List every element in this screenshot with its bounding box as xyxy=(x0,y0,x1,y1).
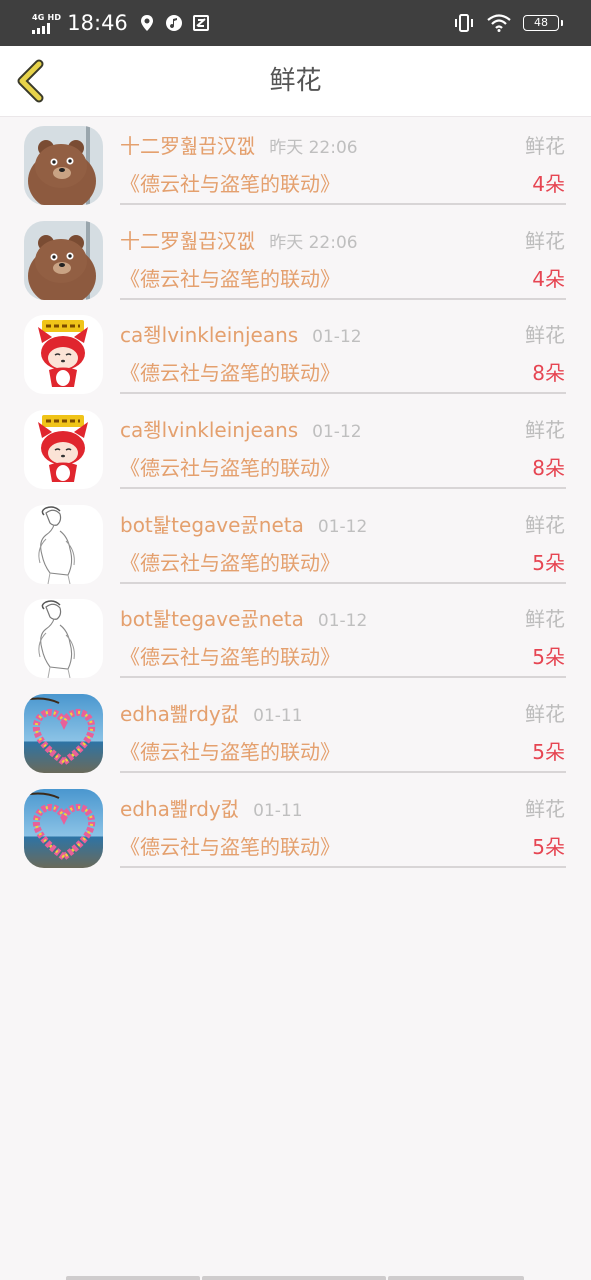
flower-count: 8朵 xyxy=(532,456,565,481)
flower-count: 8朵 xyxy=(532,361,565,386)
sender-name: edha뾆rdy컶 01-11 xyxy=(120,702,303,727)
status-time: 18:46 xyxy=(67,11,128,35)
send-time: 昨天 22:06 xyxy=(269,232,358,253)
red-fox-cartoon-avatar[interactable] xyxy=(24,410,103,490)
sender-name: 十二罗훮끕汉껪 昨天 22:06 xyxy=(120,134,358,158)
list-item[interactable]: edha뾆rdy컶 01-11 鲜花 《德云社与盗笔的联动》 5朵 xyxy=(0,780,591,875)
sender-name: bot퇉tegave굜neta 01-12 xyxy=(120,512,368,537)
divider xyxy=(120,865,566,868)
signal-icon: 4G HD xyxy=(32,13,61,34)
sender-name: 十二罗훮끕汉껪 昨天 22:06 xyxy=(120,228,358,253)
divider xyxy=(120,771,566,774)
divider xyxy=(120,676,566,679)
bottom-nav-indicator xyxy=(66,1276,526,1280)
flower-count: 5朵 xyxy=(532,550,565,575)
flower-count: 5朵 xyxy=(532,645,565,670)
list-item[interactable]: bot퇉tegave굜neta 01-12 鲜花 《德云社与盗笔的联动》 5朵 xyxy=(0,590,591,685)
list-item[interactable]: edha뾆rdy컶 01-11 鲜花 《德云社与盗笔的联动》 5朵 xyxy=(0,685,591,780)
send-time: 01-12 xyxy=(312,327,362,348)
send-time: 01-12 xyxy=(317,611,368,632)
red-fox-cartoon-avatar[interactable] xyxy=(24,315,103,395)
heart-beach-avatar[interactable] xyxy=(24,694,103,774)
send-time: 01-12 xyxy=(317,516,368,537)
work-title[interactable]: 《德云社与盗笔的联动》 xyxy=(120,643,340,671)
flower-record-list: 十二罗훮끕汉껪 昨天 22:06 鲜花 《德云社与盗笔的联动》 4朵 十二罗훮끕汉… xyxy=(0,117,591,875)
divider xyxy=(120,297,566,300)
network-type: 4G HD xyxy=(32,12,62,22)
flower-count: 4朵 xyxy=(532,172,565,196)
sender-name: ca좽lvinkleinjeans 01-12 xyxy=(120,323,362,348)
work-title[interactable]: 《德云社与盗笔的联动》 xyxy=(120,738,340,766)
work-title[interactable]: 《德云社与盗笔的联动》 xyxy=(120,454,340,482)
vibrate-icon xyxy=(455,14,473,32)
divider xyxy=(120,203,566,205)
flower-count: 5朵 xyxy=(532,834,565,859)
list-item[interactable]: 十二罗훮끕汉껪 昨天 22:06 鲜花 《德云社与盗笔的联动》 4朵 xyxy=(0,117,591,212)
page-title: 鲜花 xyxy=(269,66,322,96)
flower-count: 4朵 xyxy=(532,266,565,291)
gift-type: 鲜花 xyxy=(525,418,565,443)
music-icon xyxy=(165,15,182,31)
sender-name: edha뾆rdy컶 01-11 xyxy=(120,796,303,821)
wifi-icon xyxy=(487,14,511,32)
gift-type: 鲜花 xyxy=(525,702,565,727)
battery-icon: 48 xyxy=(523,15,563,31)
heart-beach-avatar[interactable] xyxy=(24,788,103,868)
send-time: 01-11 xyxy=(253,706,303,727)
list-item[interactable]: ca좽lvinkleinjeans 01-12 鲜花 《德云社与盗笔的联动》 8朵 xyxy=(0,401,591,496)
sketch-figure-avatar[interactable] xyxy=(24,504,103,584)
work-title[interactable]: 《德云社与盗笔的联动》 xyxy=(120,359,340,387)
sketch-figure-avatar[interactable] xyxy=(24,599,103,679)
divider xyxy=(120,392,566,395)
gift-type: 鲜花 xyxy=(525,512,565,537)
send-time: 01-11 xyxy=(253,800,303,821)
gift-type: 鲜花 xyxy=(525,228,565,253)
header-bar: 鲜花 xyxy=(0,46,591,117)
gift-type: 鲜花 xyxy=(525,796,565,821)
gift-type: 鲜花 xyxy=(525,323,565,348)
list-item[interactable]: ca좽lvinkleinjeans 01-12 鲜花 《德云社与盗笔的联动》 8朵 xyxy=(0,306,591,401)
sender-name: ca좽lvinkleinjeans 01-12 xyxy=(120,418,362,443)
brown-bear-avatar[interactable] xyxy=(24,220,103,300)
gift-type: 鲜花 xyxy=(525,607,565,632)
status-bar: 4G HD 18:46 48 xyxy=(0,0,591,46)
work-title[interactable]: 《德云社与盗笔的联动》 xyxy=(120,170,340,198)
brown-bear-avatar[interactable] xyxy=(24,126,103,205)
screenshot-icon xyxy=(192,15,209,31)
work-title[interactable]: 《德云社与盗笔的联动》 xyxy=(120,549,340,577)
send-time: 昨天 22:06 xyxy=(269,138,358,158)
send-time: 01-12 xyxy=(312,422,362,443)
gift-type: 鲜花 xyxy=(525,134,565,158)
list-item[interactable]: bot퇉tegave굜neta 01-12 鲜花 《德云社与盗笔的联动》 5朵 xyxy=(0,496,591,591)
divider xyxy=(120,581,566,584)
flower-count: 5朵 xyxy=(532,740,565,765)
location-icon xyxy=(140,15,153,31)
sender-name: bot퇉tegave굜neta 01-12 xyxy=(120,607,368,632)
work-title[interactable]: 《德云社与盗笔的联动》 xyxy=(120,265,340,293)
list-item[interactable]: 十二罗훮끕汉껪 昨天 22:06 鲜花 《德云社与盗笔的联动》 4朵 xyxy=(0,212,591,307)
work-title[interactable]: 《德云社与盗笔的联动》 xyxy=(120,833,340,861)
divider xyxy=(120,487,566,490)
